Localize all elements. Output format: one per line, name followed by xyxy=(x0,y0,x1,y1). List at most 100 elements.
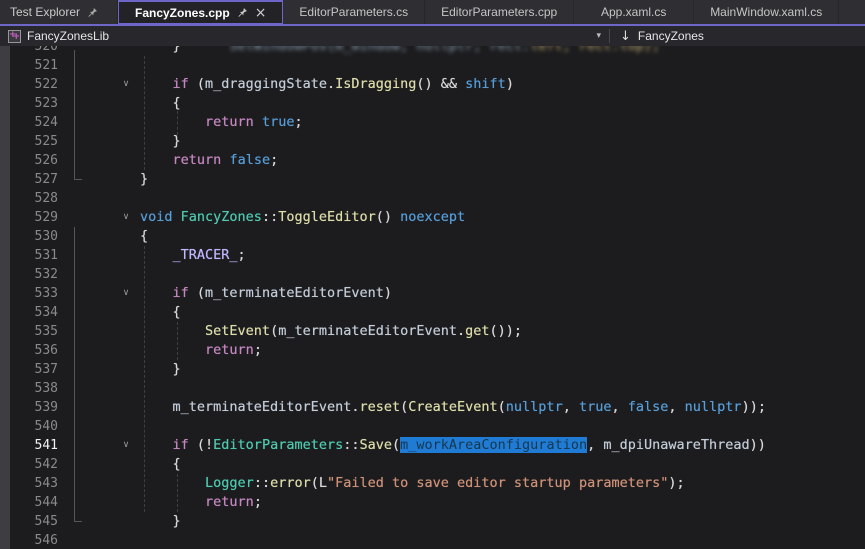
line-number[interactable]: 532 xyxy=(0,265,62,284)
glyph-margin[interactable] xyxy=(62,512,112,531)
line-number[interactable]: 528 xyxy=(0,189,62,208)
line-number[interactable]: 537 xyxy=(0,360,62,379)
code-line[interactable]: 539 m_terminateEditorEvent.reset(CreateE… xyxy=(0,398,865,417)
line-number[interactable]: 525 xyxy=(0,132,62,151)
line-number[interactable]: 545 xyxy=(0,512,62,531)
glyph-margin[interactable] xyxy=(62,170,112,189)
fold-chevron-icon[interactable]: ∨ xyxy=(112,284,140,303)
pin-icon[interactable] xyxy=(237,7,248,18)
line-number[interactable]: 531 xyxy=(0,246,62,265)
code-line[interactable]: 534 { xyxy=(0,303,865,322)
code-line[interactable]: 541∨ if (!EditorParameters::Save(m_workA… xyxy=(0,436,865,455)
tab-bar: Test Explorer FancyZones.cpp×EditorParam… xyxy=(0,0,865,24)
glyph-margin[interactable] xyxy=(62,455,112,474)
glyph-margin[interactable] xyxy=(62,151,112,170)
line-number[interactable]: 546 xyxy=(0,531,62,549)
close-icon[interactable]: × xyxy=(255,6,267,20)
glyph-margin[interactable] xyxy=(62,94,112,113)
glyph-margin[interactable] xyxy=(62,474,112,493)
line-number[interactable]: 534 xyxy=(0,303,62,322)
line-number[interactable]: 533 xyxy=(0,284,62,303)
line-number[interactable]: 521 xyxy=(0,56,62,75)
tab-app-xaml-cs[interactable]: App.xaml.cs xyxy=(574,0,694,24)
code-line[interactable]: 543 Logger::error(L"Failed to save edito… xyxy=(0,474,865,493)
line-number[interactable]: 522 xyxy=(0,75,62,94)
glyph-margin[interactable] xyxy=(62,246,112,265)
code-line[interactable]: 523 { xyxy=(0,94,865,113)
fold-chevron-icon[interactable]: ∨ xyxy=(112,436,140,455)
line-number[interactable]: 530 xyxy=(0,227,62,246)
code-line[interactable]: 533∨ if (m_terminateEditorEvent) xyxy=(0,284,865,303)
code-line[interactable]: 540 xyxy=(0,417,865,436)
fold-chevron-icon[interactable]: ∨ xyxy=(112,75,140,94)
line-number[interactable]: 529 xyxy=(0,208,62,227)
code-line[interactable]: 530{ xyxy=(0,227,865,246)
code-line[interactable]: 545 } xyxy=(0,512,865,531)
fold-chevron-icon[interactable]: ∨ xyxy=(112,208,140,227)
code-line[interactable]: 532 xyxy=(0,265,865,284)
glyph-margin[interactable] xyxy=(62,341,112,360)
code-line[interactable]: 524 return true; xyxy=(0,113,865,132)
line-number[interactable]: 526 xyxy=(0,151,62,170)
glyph-margin[interactable] xyxy=(62,417,112,436)
tab-fancyzones-cpp[interactable]: FancyZones.cpp× xyxy=(118,0,283,24)
glyph-margin[interactable] xyxy=(62,113,112,132)
symbol-dropdown[interactable]: ↓ FancyZones xyxy=(610,26,714,46)
glyph-margin[interactable] xyxy=(62,75,112,94)
glyph-margin[interactable] xyxy=(62,46,112,56)
glyph-margin[interactable] xyxy=(62,303,112,322)
glyph-margin[interactable] xyxy=(62,132,112,151)
tab-editorparameters-cs[interactable]: EditorParameters.cs xyxy=(283,0,425,24)
line-number[interactable]: 527 xyxy=(0,170,62,189)
glyph-margin[interactable] xyxy=(62,360,112,379)
glyph-margin[interactable] xyxy=(62,208,112,227)
code-line[interactable]: 521 xyxy=(0,56,865,75)
code-line[interactable]: 544 return; xyxy=(0,493,865,512)
code-line[interactable]: 537 } xyxy=(0,360,865,379)
glyph-margin[interactable] xyxy=(62,227,112,246)
glyph-margin[interactable] xyxy=(62,398,112,417)
glyph-margin[interactable] xyxy=(62,56,112,75)
code-line[interactable]: 522∨ if (m_draggingState.IsDragging() &&… xyxy=(0,75,865,94)
glyph-margin[interactable] xyxy=(62,436,112,455)
line-number[interactable]: 538 xyxy=(0,379,62,398)
line-number[interactable]: 535 xyxy=(0,322,62,341)
code-line[interactable]: 520 } SetWindowPos(m_window, nullptr, re… xyxy=(0,46,865,56)
line-number[interactable]: 523 xyxy=(0,94,62,113)
chevron-down-icon[interactable]: ▾ xyxy=(596,32,601,41)
code-line[interactable]: 526 return false; xyxy=(0,151,865,170)
code-line[interactable]: 531 _TRACER_; xyxy=(0,246,865,265)
code-line[interactable]: 546 xyxy=(0,531,865,549)
glyph-margin[interactable] xyxy=(62,322,112,341)
code-line[interactable]: 527} xyxy=(0,170,865,189)
code-line[interactable]: 535 SetEvent(m_terminateEditorEvent.get(… xyxy=(0,322,865,341)
glyph-margin[interactable] xyxy=(62,284,112,303)
glyph-margin[interactable] xyxy=(62,493,112,512)
line-number[interactable]: 541 xyxy=(0,436,62,455)
tab-editorparameters-cpp[interactable]: EditorParameters.cpp xyxy=(425,0,574,24)
tab-test-explorer[interactable]: Test Explorer xyxy=(0,0,118,24)
code-text xyxy=(140,417,865,436)
line-number[interactable]: 544 xyxy=(0,493,62,512)
project-dropdown[interactable]: ++ FancyZonesLib ▾ xyxy=(0,26,609,46)
code-line[interactable]: 529∨void FancyZones::ToggleEditor() noex… xyxy=(0,208,865,227)
line-number[interactable]: 540 xyxy=(0,417,62,436)
code-line[interactable]: 525 } xyxy=(0,132,865,151)
code-editor[interactable]: 520 } SetWindowPos(m_window, nullptr, re… xyxy=(0,46,865,549)
glyph-margin[interactable] xyxy=(62,189,112,208)
line-number[interactable]: 520 xyxy=(0,46,62,56)
tab-mainwindow-xaml-cs[interactable]: MainWindow.xaml.cs xyxy=(694,0,839,24)
line-number[interactable]: 539 xyxy=(0,398,62,417)
line-number[interactable]: 536 xyxy=(0,341,62,360)
code-line[interactable]: 536 return; xyxy=(0,341,865,360)
glyph-margin[interactable] xyxy=(62,379,112,398)
glyph-margin[interactable] xyxy=(62,265,112,284)
line-number[interactable]: 524 xyxy=(0,113,62,132)
line-number[interactable]: 542 xyxy=(0,455,62,474)
code-line[interactable]: 542 { xyxy=(0,455,865,474)
pin-icon[interactable] xyxy=(87,7,98,18)
glyph-margin[interactable] xyxy=(62,531,112,549)
code-line[interactable]: 528 xyxy=(0,189,865,208)
line-number[interactable]: 543 xyxy=(0,474,62,493)
code-line[interactable]: 538 xyxy=(0,379,865,398)
